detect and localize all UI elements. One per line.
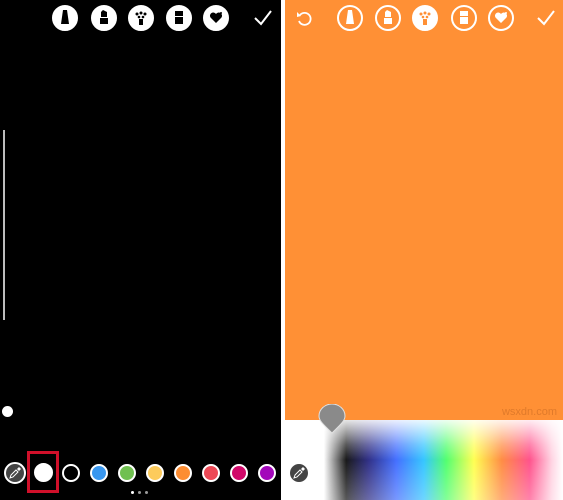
watermark: wsxdn.com [501, 406, 557, 418]
color-swatch-purple[interactable] [258, 464, 276, 482]
chalk-icon[interactable] [412, 5, 438, 31]
brush-size-slider[interactable] [2, 130, 13, 417]
color-swatch-pink[interactable] [230, 464, 248, 482]
heart-brush-icon[interactable] [203, 5, 229, 31]
page-dot [131, 491, 134, 494]
color-swatch-white[interactable] [34, 463, 53, 482]
marker-icon[interactable] [52, 5, 78, 31]
color-swatch-green[interactable] [118, 464, 136, 482]
color-swatch-black[interactable] [62, 464, 80, 482]
page-dot [138, 491, 141, 494]
heart-brush-icon[interactable] [488, 5, 514, 31]
color-swatch-yellow[interactable] [146, 464, 164, 482]
right-drawing-panel[interactable]: wsxdn.com [285, 0, 563, 500]
highlighter-icon[interactable] [91, 5, 117, 31]
color-swatch-blue[interactable] [90, 464, 108, 482]
left-drawing-panel[interactable] [0, 0, 281, 500]
chalk-icon[interactable] [128, 5, 154, 31]
color-swatch-red[interactable] [202, 464, 220, 482]
page-dot [145, 491, 148, 494]
marker-icon[interactable] [337, 5, 363, 31]
check-icon[interactable] [536, 8, 556, 28]
eyedropper-icon[interactable] [288, 462, 310, 484]
color-swatch-orange[interactable] [174, 464, 192, 482]
check-icon[interactable] [253, 8, 273, 28]
eyedropper-icon[interactable] [4, 462, 26, 484]
brush-size-slider-knob[interactable] [2, 406, 13, 417]
highlighter-icon[interactable] [375, 5, 401, 31]
color-picker-knob[interactable] [318, 404, 346, 434]
eraser-icon[interactable] [166, 5, 192, 31]
eraser-icon[interactable] [451, 5, 477, 31]
undo-icon[interactable] [295, 9, 315, 29]
page-dots [131, 491, 148, 494]
